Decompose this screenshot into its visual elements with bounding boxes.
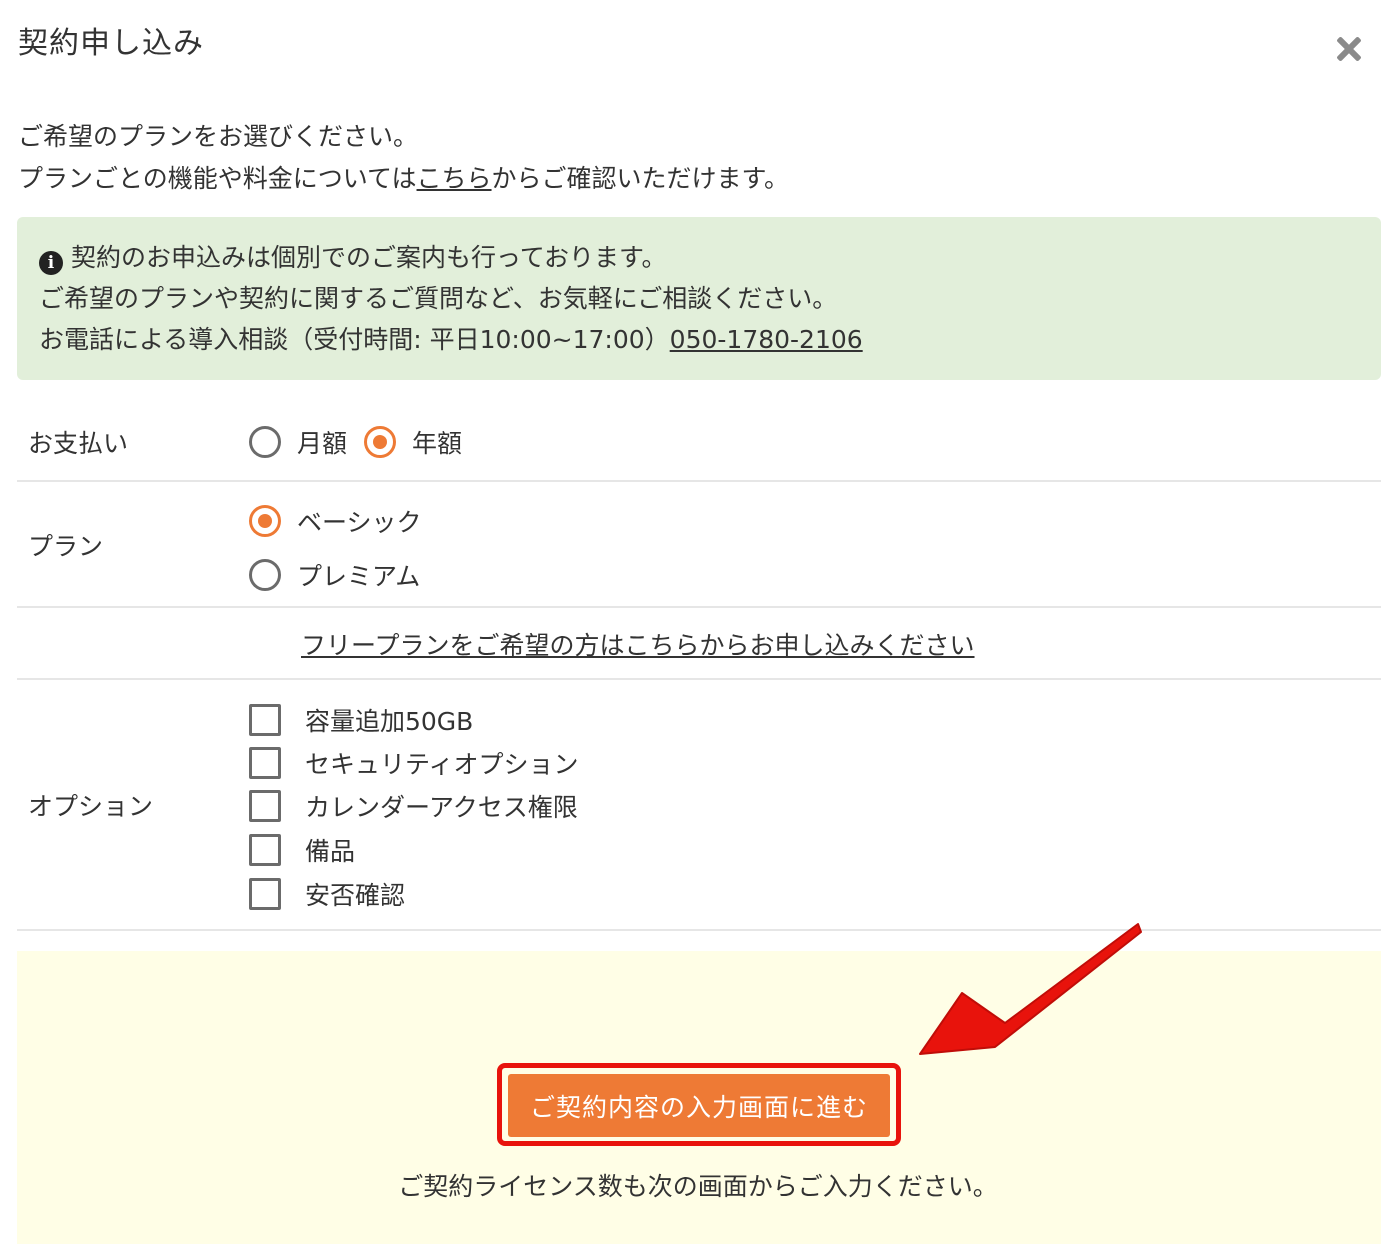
info-line-3-text: お電話による導入相談（受付時間: 平日10:00~17:00） [39,325,670,354]
intro-line-2-before: プランごとの機能や料金については [18,164,417,193]
option-calendar-label: カレンダーアクセス権限 [305,793,578,822]
payment-option-monthly[interactable]: 月額 [249,424,347,460]
plan-basic-radio[interactable] [249,505,281,537]
option-calendar-checkbox[interactable] [249,790,281,822]
intro-line-2: プランごとの機能や料金についてはこちらからご確認いただけます。 [18,158,789,200]
option-storage-checkbox[interactable] [249,704,281,736]
option-equipment[interactable]: 備品 [249,832,355,868]
info-line-2: ご希望のプランや契約に関するご質問など、お気軽にご相談ください。 [39,284,838,313]
payment-yearly-radio[interactable] [364,426,396,458]
info-icon: i [39,251,63,275]
payment-monthly-radio[interactable] [249,426,281,458]
intro-text: ご希望のプランをお選びください。 プランごとの機能や料金についてはこちらからご確… [18,116,789,200]
plan-option-basic[interactable]: ベーシック [249,503,422,539]
option-security-checkbox[interactable] [249,747,281,779]
close-icon[interactable] [1330,30,1368,68]
plan-row: プラン [17,482,1381,608]
plan-option-premium[interactable]: プレミアム [249,557,420,593]
info-line-3: お電話による導入相談（受付時間: 平日10:00~17:00）050-1780-… [39,319,1359,360]
proceed-to-contract-input-button[interactable]: ご契約内容の入力画面に進む [508,1074,890,1137]
option-storage-label: 容量追加50GB [305,707,474,736]
option-security[interactable]: セキュリティオプション [249,745,579,781]
info-line-1-text: 契約のお申込みは個別でのご案内も行っております。 [71,243,667,272]
plan-premium-radio[interactable] [249,559,281,591]
payment-label: お支払い [28,429,129,458]
info-box: i 契約のお申込みは個別でのご案内も行っております。 ご希望のプランや契約に関する… [17,217,1381,380]
plan-label: プラン [28,532,104,561]
info-line-1: i 契約のお申込みは個別でのご案内も行っております。 [39,237,1359,278]
options-row: オプション [17,680,1381,931]
plan-premium-label: プレミアム [297,562,421,591]
payment-row: お支払い [17,400,1381,482]
option-security-label: セキュリティオプション [305,750,579,779]
cta-note: ご契約ライセンス数も次の画面からご入力ください。 [398,1172,998,1201]
payment-yearly-label: 年額 [412,429,463,458]
option-storage-50gb[interactable]: 容量追加50GB [249,702,473,738]
free-plan-link[interactable]: フリープランをご希望の方はこちらからお申し込みください [301,626,975,662]
intro-line-2-after: からご確認いただけます。 [491,164,790,193]
payment-option-yearly[interactable]: 年額 [364,424,462,460]
options-label: オプション [28,792,154,821]
option-safety-check[interactable]: 安否確認 [249,876,405,912]
option-equipment-label: 備品 [305,837,356,866]
intro-line-1: ご希望のプランをお選びください。 [18,122,419,151]
option-calendar-access[interactable]: カレンダーアクセス権限 [249,788,578,824]
option-equipment-checkbox[interactable] [249,834,281,866]
modal-title: 契約申し込み [18,26,204,61]
payment-monthly-label: 月額 [297,429,348,458]
plan-basic-label: ベーシック [297,508,422,537]
plan-details-link[interactable]: こちら [417,164,492,193]
phone-number-link[interactable]: 050-1780-2106 [670,325,863,354]
option-safety-checkbox[interactable] [249,878,281,910]
option-safety-label: 安否確認 [305,881,406,910]
